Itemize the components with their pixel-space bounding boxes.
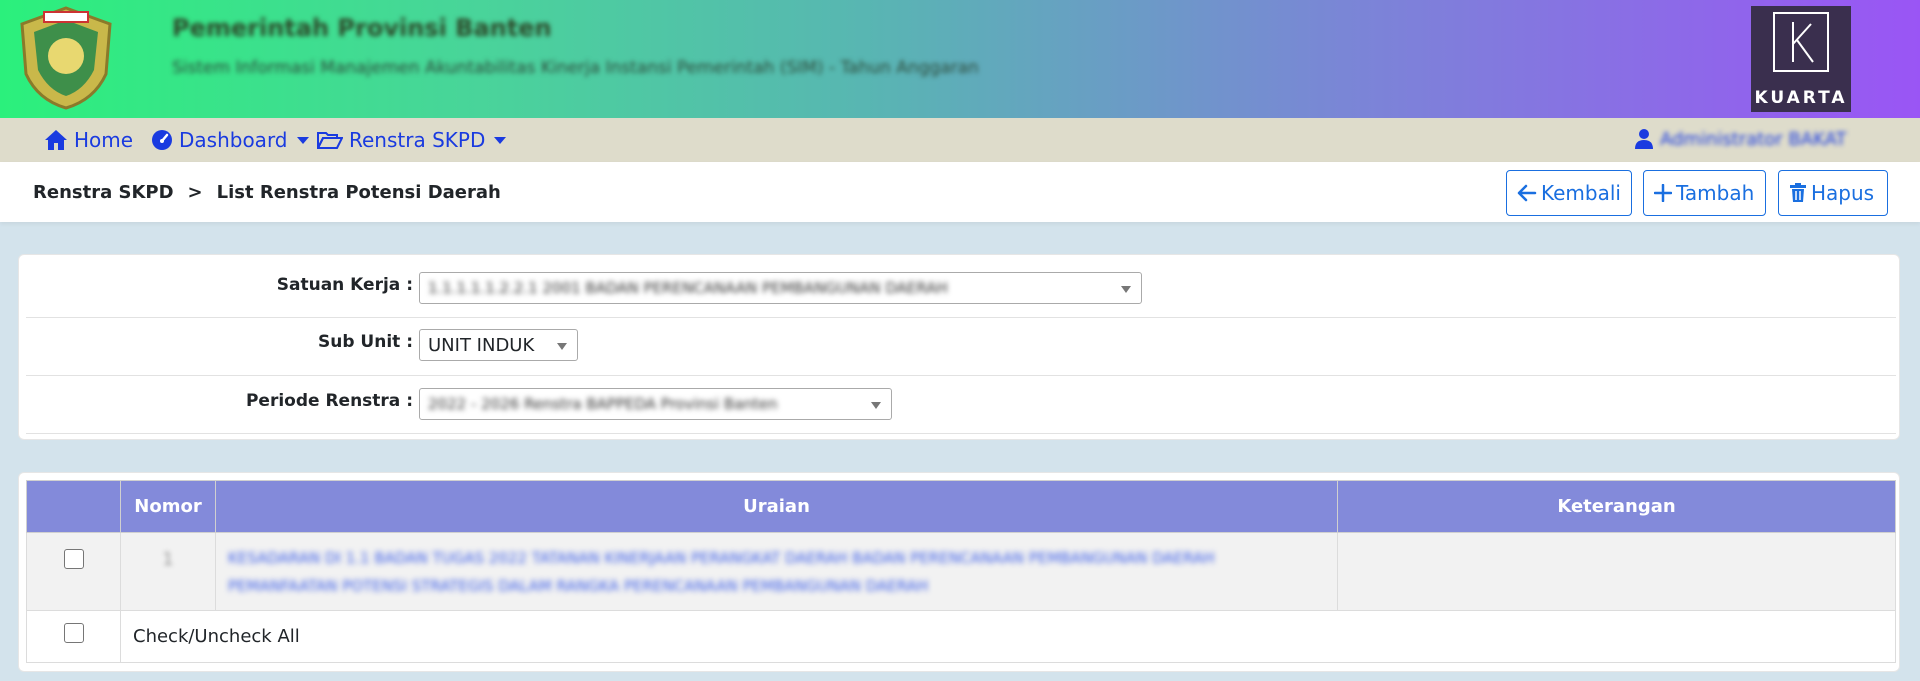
breadcrumb: Renstra SKPD > List Renstra Potensi Daerah	[33, 182, 501, 203]
row-keterangan	[1337, 532, 1896, 611]
sub-unit-select[interactable]: UNIT INDUK	[419, 329, 578, 361]
user-icon	[1635, 129, 1653, 149]
check-all-row: Check/Uncheck All	[26, 610, 1896, 663]
check-all-cell	[26, 610, 121, 663]
row-nomor-cell: 1	[120, 532, 216, 611]
user-name: Administrator BAKAT	[1660, 128, 1847, 150]
nav-dashboard[interactable]: Dashboard	[151, 128, 309, 152]
trash-icon	[1790, 183, 1806, 202]
table-row: 1 KESADARAN DI 1.1 BADAN TUGAS 2022 TATA…	[26, 532, 1896, 611]
table-header-keterangan: Keterangan	[1337, 480, 1896, 533]
row-uraian-link[interactable]: KESADARAN DI 1.1 BADAN TUGAS 2022 TATANA…	[216, 534, 1337, 610]
satuan-kerja-value: 1.1.1.1.1.2.2.1 2001 BADAN PERENCANAAN P…	[428, 279, 948, 297]
plus-icon	[1654, 184, 1672, 202]
row-uraian-cell: KESADARAN DI 1.1 BADAN TUGAS 2022 TATANA…	[215, 532, 1338, 611]
tambah-label: Tambah	[1676, 181, 1755, 205]
filter-row-sub-unit: Sub Unit : UNIT INDUK	[26, 318, 1896, 376]
kembali-label: Kembali	[1541, 181, 1621, 205]
sub-unit-label: Sub Unit :	[317, 332, 413, 352]
hapus-button[interactable]: Hapus	[1778, 170, 1888, 216]
kuarta-logo: KUARTA	[1751, 6, 1851, 112]
breadcrumb-current: List Renstra Potensi Daerah	[216, 182, 501, 203]
table-header-select	[26, 480, 121, 533]
dropdown-arrow-icon	[871, 402, 881, 409]
table-header-row: Nomor Uraian Keterangan	[26, 480, 1896, 533]
filter-row-satuan-kerja: Satuan Kerja : 1.1.1.1.1.2.2.1 2001 BADA…	[26, 255, 1896, 318]
filter-row-periode: Periode Renstra : 2022 - 2026 Renstra BA…	[26, 376, 1896, 434]
row-nomor: 1	[162, 549, 174, 570]
dropdown-arrow-icon	[557, 343, 567, 350]
table-header-nomor: Nomor	[120, 480, 216, 533]
satuan-kerja-label: Satuan Kerja :	[276, 275, 413, 295]
dropdown-arrow-icon	[1121, 286, 1131, 293]
kuarta-k-icon	[1773, 12, 1829, 72]
check-all-label: Check/Uncheck All	[120, 610, 1896, 663]
province-emblem-icon	[20, 6, 112, 110]
nav-renstra[interactable]: Renstra SKPD	[317, 128, 507, 152]
periode-value: 2022 - 2026 Renstra BAPPEDA Provinsi Ban…	[428, 395, 778, 413]
nav-dashboard-label: Dashboard	[179, 128, 288, 152]
check-all-checkbox[interactable]	[63, 623, 84, 643]
row-checkbox[interactable]	[63, 549, 84, 569]
breadcrumb-bar: Renstra SKPD > List Renstra Potensi Daerah…	[0, 162, 1920, 222]
satuan-kerja-select[interactable]: 1.1.1.1.1.2.2.1 2001 BADAN PERENCANAAN P…	[419, 272, 1142, 304]
header-banner: Pemerintah Provinsi Banten Sistem Inform…	[0, 0, 1920, 118]
breadcrumb-separator: >	[187, 182, 203, 203]
main-navbar: Home Dashboard Renstra SKPD Administrato…	[0, 118, 1920, 162]
kembali-button[interactable]: Kembali	[1506, 170, 1632, 216]
hapus-label: Hapus	[1811, 181, 1875, 205]
nav-user-menu[interactable]: Administrator BAKAT	[1634, 128, 1847, 150]
filter-card: Satuan Kerja : 1.1.1.1.1.2.2.1 2001 BADA…	[18, 254, 1900, 440]
folder-open-icon	[317, 132, 343, 149]
arrow-left-icon	[1517, 184, 1537, 202]
tambah-button[interactable]: Tambah	[1643, 170, 1766, 216]
chevron-down-icon	[494, 136, 507, 144]
table-header-uraian: Uraian	[215, 480, 1338, 533]
periode-select[interactable]: 2022 - 2026 Renstra BAPPEDA Provinsi Ban…	[419, 388, 892, 420]
nav-home-label: Home	[74, 128, 134, 152]
row-select-cell	[26, 532, 121, 611]
header-subtitle: Sistem Informasi Manajemen Akuntabilitas…	[172, 58, 979, 78]
home-icon	[45, 130, 67, 150]
sub-unit-value: UNIT INDUK	[428, 334, 535, 356]
table-card: Nomor Uraian Keterangan 1 KESADARAN DI 1…	[18, 472, 1900, 672]
chevron-down-icon	[296, 136, 309, 144]
nav-home[interactable]: Home	[44, 128, 133, 152]
dashboard-gauge-icon	[152, 130, 172, 150]
periode-label: Periode Renstra :	[245, 391, 413, 411]
header-title: Pemerintah Provinsi Banten	[172, 14, 552, 42]
nav-renstra-label: Renstra SKPD	[349, 128, 486, 152]
breadcrumb-parent[interactable]: Renstra SKPD	[33, 182, 174, 203]
kuarta-brand-text: KUARTA	[1754, 88, 1848, 108]
renstra-table: Nomor Uraian Keterangan 1 KESADARAN DI 1…	[26, 480, 1896, 663]
